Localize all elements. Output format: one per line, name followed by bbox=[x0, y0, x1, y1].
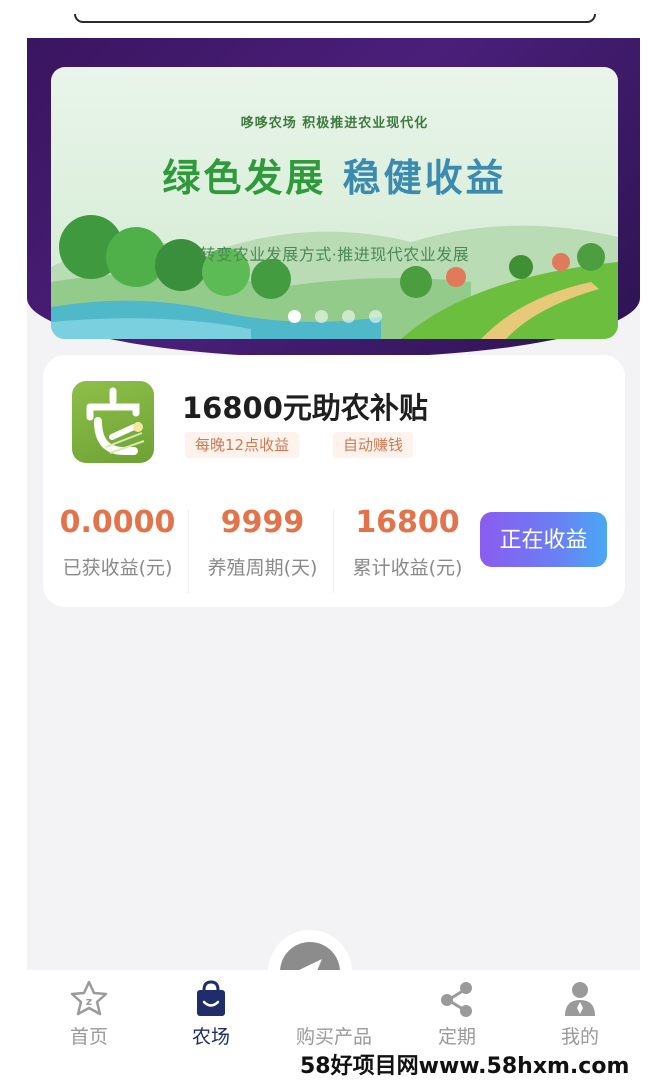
stat-label: 累计收益(元) bbox=[352, 557, 463, 579]
carousel-dot[interactable] bbox=[287, 310, 301, 323]
banner-subtitle: 转变农业发展方式·推进现代农业发展 bbox=[199, 245, 470, 264]
top-bar bbox=[0, 0, 670, 38]
tab-farm[interactable]: 农场 bbox=[151, 970, 271, 1080]
device-notch bbox=[74, 14, 596, 23]
stat-earned: 0.0000 已获收益(元) bbox=[45, 495, 190, 607]
tab-home[interactable]: z 首页 bbox=[29, 970, 149, 1080]
stat-label: 已获收益(元) bbox=[62, 557, 173, 579]
stat-cycle: 9999 养殖周期(天) bbox=[190, 495, 335, 607]
banner-headline: 绿色发展 稳健收益 bbox=[51, 147, 618, 202]
carousel-dot[interactable] bbox=[341, 310, 355, 323]
tab-label: 购买产品 bbox=[295, 1026, 372, 1048]
stat-label: 养殖周期(天) bbox=[207, 557, 318, 579]
svg-text:z: z bbox=[86, 995, 92, 1008]
carousel-dot[interactable] bbox=[368, 310, 382, 323]
stat-total: 16800 累计收益(元) bbox=[335, 495, 480, 607]
stat-divider bbox=[333, 509, 334, 593]
product-card[interactable]: 16800元助农补贴 每晚12点收益 自动赚钱 0.0000 已获收益(元) 9… bbox=[43, 355, 625, 607]
carousel-indicator bbox=[51, 310, 618, 323]
headline-blue: 稳健收益 bbox=[342, 156, 507, 200]
watermark-text: 58好项目网www.58hxm.com bbox=[300, 1054, 630, 1079]
tab-label: 首页 bbox=[69, 1026, 108, 1048]
farm-logo-icon bbox=[72, 381, 154, 463]
app-screen: 哆哆农场 积极推进农业现代化 绿色发展 稳健收益 转变农业发展方式·推进现代农业… bbox=[27, 38, 640, 970]
earning-status-button[interactable]: 正在收益 bbox=[480, 512, 607, 567]
tag-auto-earn: 自动赚钱 bbox=[333, 432, 414, 458]
stat-value: 16800 bbox=[355, 505, 460, 540]
tab-label: 定期 bbox=[437, 1026, 476, 1048]
banner-landscape bbox=[51, 215, 618, 339]
user-icon bbox=[565, 982, 595, 1016]
stat-value: 9999 bbox=[220, 505, 305, 540]
share-icon bbox=[441, 982, 472, 1017]
stat-value: 0.0000 bbox=[59, 505, 176, 540]
banner-tagline: 哆哆农场 积极推进农业现代化 bbox=[240, 116, 429, 131]
tab-label: 农场 bbox=[191, 1026, 230, 1048]
promo-banner[interactable]: 哆哆农场 积极推进农业现代化 绿色发展 稳健收益 转变农业发展方式·推进现代农业… bbox=[51, 67, 618, 339]
tab-label: 我的 bbox=[560, 1026, 599, 1048]
product-title: 16800元助农补贴 bbox=[182, 391, 428, 425]
stat-divider bbox=[188, 509, 189, 593]
tag-nightly-earnings: 每晚12点收益 bbox=[185, 432, 300, 458]
shopping-bag-icon bbox=[197, 980, 225, 1016]
product-stats: 0.0000 已获收益(元) 9999 养殖周期(天) 16800 累计收益(元… bbox=[43, 495, 625, 607]
star-icon: z bbox=[70, 980, 108, 1016]
carousel-dot[interactable] bbox=[314, 310, 328, 323]
headline-green: 绿色发展 bbox=[162, 156, 327, 200]
